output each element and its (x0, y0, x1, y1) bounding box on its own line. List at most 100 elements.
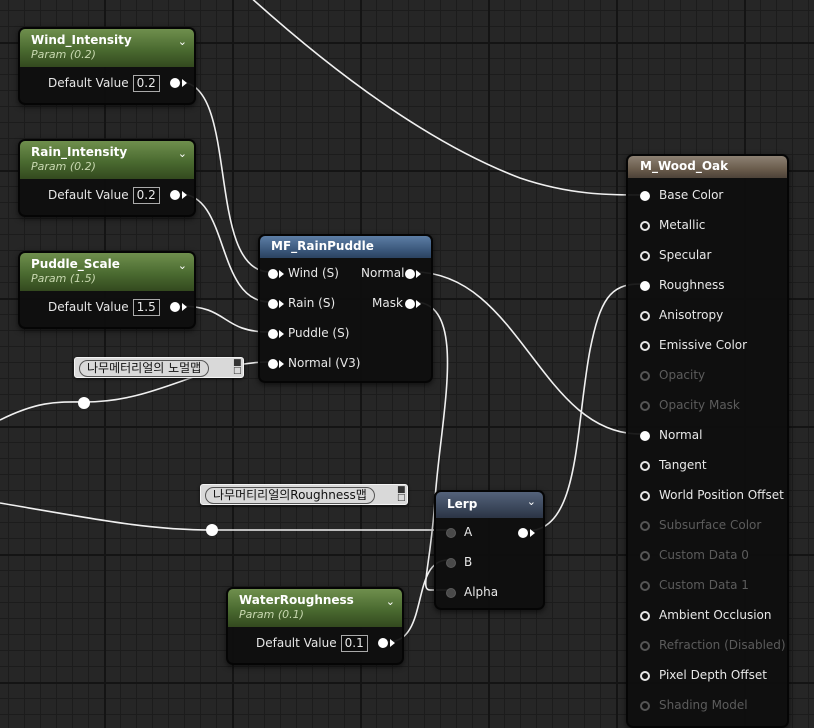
chevron-down-icon[interactable]: ⌄ (527, 495, 536, 508)
material-input-label: Base Color (659, 188, 724, 202)
output-pin-mask[interactable] (405, 299, 415, 309)
chevron-down-icon[interactable]: ⌄ (386, 595, 395, 608)
material-input-pin (640, 701, 650, 711)
param-header[interactable]: Rain_Intensity Param (0.2) ⌄ (20, 141, 194, 179)
material-input-pin (640, 371, 650, 381)
param-title: WaterRoughness (239, 593, 354, 607)
material-input-label: Metallic (659, 218, 706, 232)
default-value-field[interactable]: 1.5 (132, 299, 160, 316)
param-node-puddle-scale[interactable]: Puddle_Scale Param (1.5) ⌄ Default Value… (18, 251, 196, 329)
material-input-label: Emissive Color (659, 338, 748, 352)
material-input-pin (640, 521, 650, 531)
material-input-pin[interactable] (640, 341, 650, 351)
default-value-field[interactable]: 0.1 (340, 635, 368, 652)
input-arrow-icon (279, 300, 284, 308)
param-node-water-roughness[interactable]: WaterRoughness Param (0.1) ⌄ Default Val… (226, 587, 404, 665)
param-header[interactable]: WaterRoughness Param (0.1) ⌄ (228, 589, 402, 627)
output-arrow-icon (182, 79, 187, 87)
material-input-pin[interactable] (640, 191, 650, 201)
input-pin-alpha[interactable] (446, 588, 456, 598)
param-subtitle: Param (0.2) (31, 160, 96, 173)
input-pin-puddle[interactable] (268, 329, 278, 339)
material-input-pin[interactable] (640, 311, 650, 321)
material-input-pin (640, 401, 650, 411)
param-node-rain-intensity[interactable]: Rain_Intensity Param (0.2) ⌄ Default Val… (18, 139, 196, 217)
output-arrow-icon (530, 529, 535, 537)
material-input-pin[interactable] (640, 671, 650, 681)
material-input-label: Refraction (Disabled) (659, 638, 786, 652)
input-pin-a[interactable] (446, 528, 456, 538)
material-input-label: Pixel Depth Offset (659, 668, 767, 682)
output-arrow-icon (182, 303, 187, 311)
comment-text: 나무메터리얼의 노멀맵 (79, 360, 210, 377)
material-header[interactable]: M_Wood_Oak (628, 156, 787, 178)
output-arrow-icon (416, 300, 421, 308)
material-function-node-rain-puddle[interactable]: MF_RainPuddle Wind (S) Rain (S) Puddle (… (258, 234, 433, 383)
default-value-row: Default Value 1.5 (48, 299, 160, 319)
input-label: Puddle (S) (288, 326, 350, 340)
param-subtitle: Param (0.2) (31, 48, 96, 61)
input-pin-b[interactable] (446, 558, 456, 568)
function-title: MF_RainPuddle (271, 239, 374, 253)
input-pin-rain[interactable] (268, 299, 278, 309)
output-pin[interactable] (378, 638, 388, 648)
input-pin-normal[interactable] (268, 359, 278, 369)
material-input-pin[interactable] (640, 491, 650, 501)
chevron-down-icon[interactable]: ⌄ (178, 259, 187, 272)
wire-roughness-map (0, 502, 448, 531)
material-input-label: Opacity Mask (659, 398, 740, 412)
lerp-header[interactable]: Lerp ⌄ (436, 492, 543, 518)
material-input-pin[interactable] (640, 281, 650, 291)
material-input-label: Anisotropy (659, 308, 724, 322)
default-value-row: Default Value 0.1 (256, 635, 368, 655)
material-input-label: Ambient Occlusion (659, 608, 772, 622)
default-value-field[interactable]: 0.2 (132, 187, 160, 204)
material-input-label: Custom Data 0 (659, 548, 749, 562)
param-title: Puddle_Scale (31, 257, 120, 271)
input-label: Wind (S) (288, 266, 339, 280)
function-header[interactable]: MF_RainPuddle (260, 236, 431, 258)
default-value-field[interactable]: 0.2 (132, 75, 160, 92)
comment-bubble-normal-map[interactable]: 나무메터리얼의 노멀맵 ■ □ (74, 357, 244, 378)
output-label: Mask (372, 296, 403, 310)
chevron-down-icon[interactable]: ⌄ (178, 147, 187, 160)
material-input-pin[interactable] (640, 611, 650, 621)
material-input-label: Roughness (659, 278, 725, 292)
output-pin[interactable] (170, 302, 180, 312)
wire-normal-out (413, 271, 641, 435)
default-value-label: Default Value (48, 76, 129, 90)
comment-text: 나무머티리얼의Roughness맵 (205, 487, 375, 504)
chevron-down-icon[interactable]: ⌄ (178, 35, 187, 48)
lerp-node[interactable]: Lerp ⌄ A B Alpha (434, 490, 545, 610)
default-value-label: Default Value (48, 188, 129, 202)
material-input-label: Shading Model (659, 698, 748, 712)
material-input-pin[interactable] (640, 251, 650, 261)
reroute-node[interactable] (206, 524, 218, 536)
pin-icon[interactable]: ■ □ (233, 359, 242, 376)
param-header[interactable]: Puddle_Scale Param (1.5) ⌄ (20, 253, 194, 291)
default-value-row: Default Value 0.2 (48, 187, 160, 207)
pin-icon[interactable]: ■ □ (397, 486, 406, 503)
param-header[interactable]: Wind_Intensity Param (0.2) ⌄ (20, 29, 194, 67)
material-input-label: Custom Data 1 (659, 578, 749, 592)
param-node-wind-intensity[interactable]: Wind_Intensity Param (0.2) ⌄ Default Val… (18, 27, 196, 105)
input-label: Rain (S) (288, 296, 336, 310)
material-result-node[interactable]: M_Wood_Oak Base Color Metallic Specular Rou… (626, 154, 789, 728)
reroute-node[interactable] (78, 397, 90, 409)
output-pin[interactable] (170, 190, 180, 200)
material-input-pin[interactable] (640, 431, 650, 441)
default-value-label: Default Value (48, 300, 129, 314)
input-arrow-icon (279, 330, 284, 338)
comment-bubble-roughness-map[interactable]: 나무머티리얼의Roughness맵 ■ □ (200, 484, 408, 505)
input-pin-wind[interactable] (268, 269, 278, 279)
material-input-pin[interactable] (640, 461, 650, 471)
output-label: Normal (361, 266, 405, 280)
input-label: Alpha (464, 585, 499, 599)
output-pin-normal[interactable] (405, 269, 415, 279)
input-arrow-icon (279, 360, 284, 368)
material-input-pin (640, 551, 650, 561)
output-pin[interactable] (518, 528, 528, 538)
material-input-pin[interactable] (640, 221, 650, 231)
output-pin[interactable] (170, 78, 180, 88)
material-input-label: Subsurface Color (659, 518, 762, 532)
